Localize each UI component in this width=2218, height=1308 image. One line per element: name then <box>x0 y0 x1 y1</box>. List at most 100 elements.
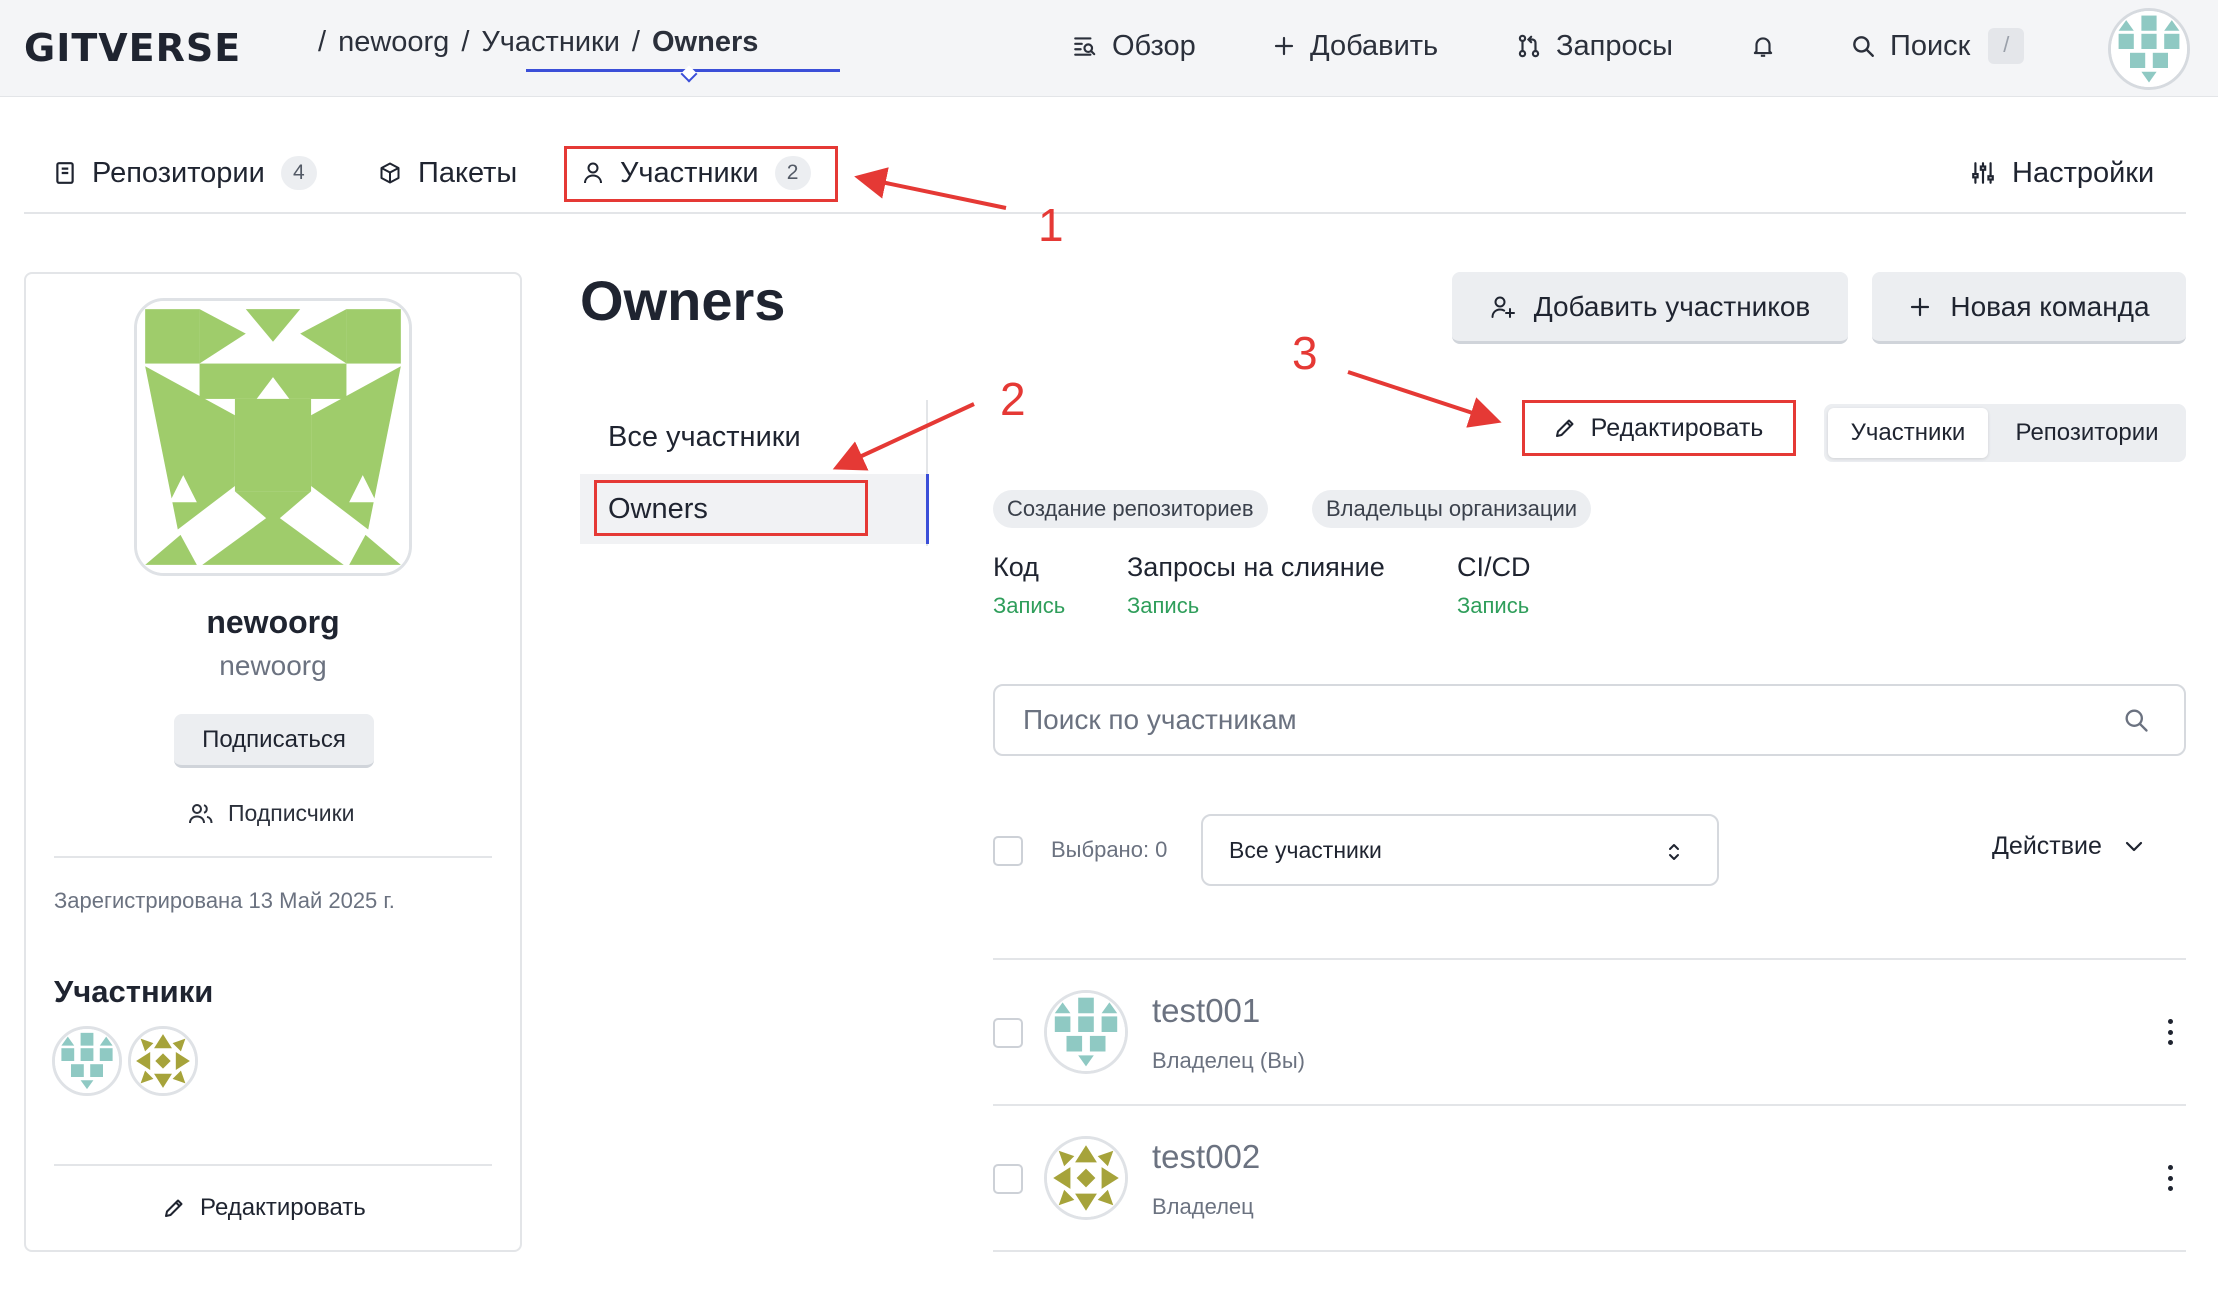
pencil-icon <box>1555 419 1574 437</box>
annotation-arrow-3 <box>1347 370 1502 428</box>
select-all-checkbox[interactable] <box>993 836 1023 866</box>
nav-add-label: Добавить <box>1310 29 1439 62</box>
tab-members[interactable]: Участники 2 <box>582 150 811 196</box>
nav-search[interactable]: Поиск / <box>1850 24 2025 68</box>
chevron-up-down-icon <box>1669 844 1679 860</box>
tab-packages-label: Пакеты <box>418 156 518 189</box>
view-toggle: Участники Репозитории <box>1824 404 2186 462</box>
followers-link[interactable]: Подписчики <box>188 800 355 827</box>
registration-date: Зарегистрирована 13 Май 2025 г. <box>54 888 395 913</box>
member-filter-value: Все участники <box>1229 837 1382 863</box>
plus-icon <box>1274 36 1294 56</box>
edit-profile-link[interactable]: Редактировать <box>162 1194 366 1222</box>
view-toggle-members[interactable]: Участники <box>1828 408 1988 458</box>
permission-cicd: CI/CD Запись <box>1457 552 1531 619</box>
tab-repositories[interactable]: Репозитории 4 <box>54 150 317 196</box>
member-filter-select[interactable]: Все участники <box>1201 814 1719 886</box>
breadcrumb: / newoorg / Участники / Owners <box>318 26 759 58</box>
followers-label: Подписчики <box>228 800 355 826</box>
avatar[interactable] <box>1044 1136 1128 1220</box>
nav-search-label: Поиск <box>1890 29 1971 62</box>
member-role: Владелец (Вы) <box>1152 1048 1306 1073</box>
user-avatar[interactable] <box>2108 8 2190 90</box>
member-checkbox[interactable] <box>993 1018 1023 1048</box>
permission-merge-requests: Запросы на слияние Запись <box>1127 552 1385 619</box>
member-name[interactable]: test001 <box>1152 992 1260 1030</box>
follow-button[interactable]: Подписаться <box>174 714 374 768</box>
view-toggle-repositories[interactable]: Репозитории <box>1992 408 2182 458</box>
add-user-icon <box>1491 296 1515 318</box>
package-icon <box>380 162 400 184</box>
breadcrumb-org[interactable]: newoorg <box>338 26 449 58</box>
gitverse-logo[interactable]: GITVERSE <box>24 26 241 70</box>
annotation-number: 1 <box>1038 199 1064 251</box>
breadcrumb-team: Owners <box>651 26 759 58</box>
repository-icon <box>56 162 74 184</box>
permission-label: Запросы на слияние <box>1127 552 1385 582</box>
pencil-icon <box>165 1199 183 1217</box>
settings-label: Настройки <box>2012 156 2155 189</box>
permission-label: Код <box>993 552 1039 582</box>
breadcrumb-members[interactable]: Участники <box>481 26 620 58</box>
card-divider <box>54 856 492 858</box>
list-divider <box>993 1250 2186 1252</box>
member-search-input[interactable] <box>993 684 2186 756</box>
bell-icon <box>1753 37 1773 57</box>
member-avatar-test001[interactable] <box>52 1026 122 1096</box>
org-avatar <box>134 298 412 576</box>
permission-value: Запись <box>1127 593 1200 618</box>
annotation-number: 3 <box>1292 327 1318 379</box>
edit-team-label: Редактировать <box>1590 413 1764 442</box>
nav-requests[interactable]: Запросы <box>1516 24 1673 68</box>
page-title: Owners <box>580 269 786 332</box>
edit-team-button[interactable]: Редактировать <box>1522 402 1794 454</box>
list-divider <box>993 958 2186 960</box>
overview-icon <box>1074 37 1096 56</box>
annotation-number: 2 <box>1000 373 1026 425</box>
tab-packages[interactable]: Пакеты <box>378 150 517 196</box>
members-section-title: Участники <box>54 974 214 1009</box>
member-role: Владелец <box>1152 1194 1254 1219</box>
settings-link[interactable]: Настройки <box>1970 150 2154 196</box>
add-members-button[interactable]: Добавить участников <box>1452 272 1848 344</box>
bulk-action-label: Действие <box>1992 832 2102 860</box>
permission-label: CI/CD <box>1457 552 1531 582</box>
team-nav-owners[interactable]: Owners <box>580 474 928 544</box>
members-count-badge: 2 <box>774 156 811 190</box>
permission-value: Запись <box>1457 593 1530 618</box>
nav-requests-label: Запросы <box>1556 29 1673 62</box>
permission-code: Код Запись <box>993 552 1065 619</box>
search-icon[interactable] <box>2122 706 2150 734</box>
org-tabs: Репозитории 4 Пакеты Участники 2 Настрой… <box>24 140 2186 214</box>
top-header: GITVERSE / newoorg / Участники / Owners Обзор… <box>0 0 2218 97</box>
team-nav-all-members[interactable]: Все участники <box>580 402 928 472</box>
card-divider <box>54 1164 492 1166</box>
member-avatar-test002[interactable] <box>128 1026 198 1096</box>
tab-repositories-label: Репозитории <box>92 156 265 189</box>
member-menu-button[interactable] <box>2158 1016 2182 1048</box>
add-members-label: Добавить участников <box>1533 290 1811 322</box>
user-icon <box>584 162 602 184</box>
member-name[interactable]: test002 <box>1152 1138 1260 1176</box>
team-nav-active-indicator <box>926 474 929 544</box>
pull-request-icon <box>1518 34 1540 58</box>
settings-sliders-icon <box>1972 162 1994 184</box>
nav-overview-label: Обзор <box>1112 29 1196 62</box>
selected-count: Выбрано: 0 <box>1051 837 1168 862</box>
repositories-count-badge: 4 <box>280 156 317 190</box>
edit-profile-label: Редактировать <box>200 1194 366 1221</box>
users-icon <box>189 803 213 823</box>
bulk-action-dropdown[interactable]: Действие <box>1992 832 2144 861</box>
chevron-down-icon <box>2125 841 2143 851</box>
member-checkbox[interactable] <box>993 1164 1023 1194</box>
new-team-label: Новая команда <box>1950 290 2150 322</box>
new-team-button[interactable]: Новая команда <box>1872 272 2186 344</box>
notifications-button[interactable] <box>1750 24 1790 68</box>
search-icon <box>1853 36 1874 57</box>
nav-add[interactable]: Добавить <box>1272 24 1438 68</box>
tab-members-label: Участники <box>620 156 759 189</box>
nav-overview[interactable]: Обзор <box>1072 24 1196 68</box>
member-menu-button[interactable] <box>2158 1162 2182 1194</box>
avatar[interactable] <box>1044 990 1128 1074</box>
org-name: newoorg <box>206 604 340 640</box>
